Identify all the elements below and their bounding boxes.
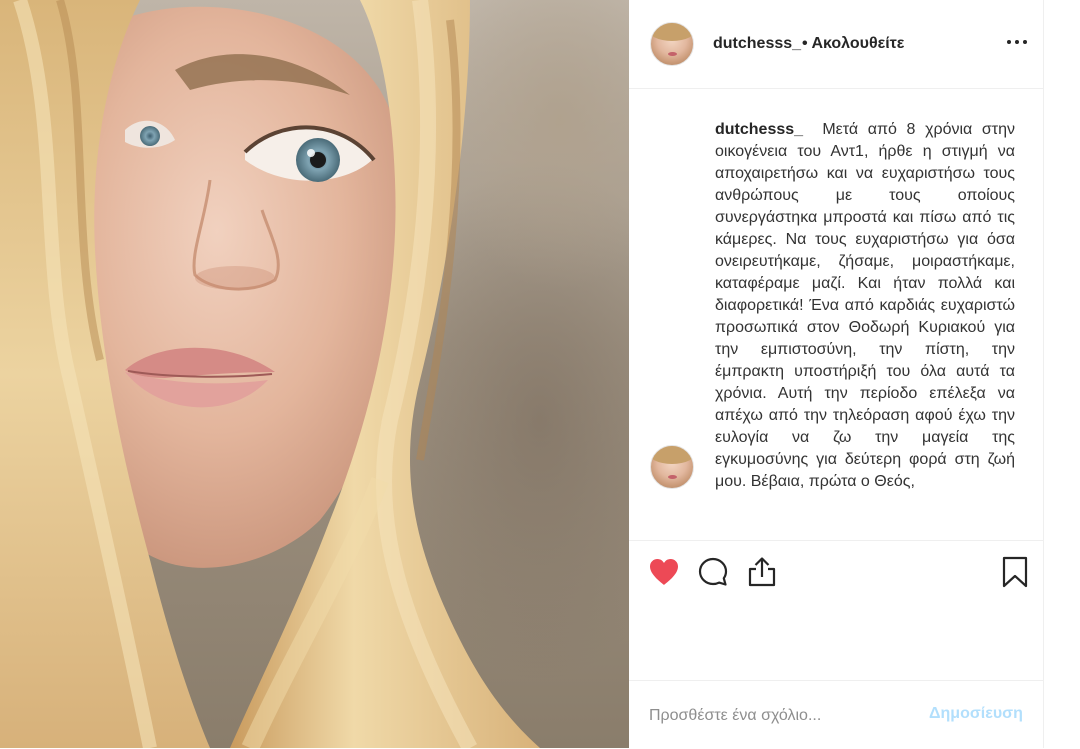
share-icon[interactable] bbox=[746, 556, 778, 588]
caption-author-avatar[interactable] bbox=[650, 445, 694, 489]
add-comment-form: Δημοσίευση bbox=[629, 680, 1043, 749]
follow-status[interactable]: • Ακολουθείτε bbox=[802, 35, 904, 53]
caption-text-block: dutchesss_ Μετά από 8 χρόνια στην οικογέ… bbox=[715, 119, 1015, 493]
post-comment-button[interactable]: Δημοσίευση bbox=[929, 705, 1023, 723]
author-username[interactable]: dutchesss_ bbox=[713, 35, 801, 53]
author-avatar[interactable] bbox=[650, 22, 694, 66]
post-side-panel: dutchesss_ • Ακολουθείτε dutchesss_ Μετά… bbox=[629, 0, 1044, 748]
caption-text: Μετά από 8 χρόνια στην οικογένεια του Αν… bbox=[715, 121, 1016, 490]
caption-section: dutchesss_ Μετά από 8 χρόνια στην οικογέ… bbox=[629, 89, 1043, 540]
post-image[interactable] bbox=[0, 0, 629, 748]
caption-username[interactable]: dutchesss_ bbox=[715, 121, 803, 138]
comment-icon[interactable] bbox=[697, 556, 729, 588]
action-bar bbox=[629, 540, 1043, 681]
comment-input[interactable] bbox=[649, 705, 919, 727]
portrait-illustration bbox=[0, 0, 540, 748]
heart-filled-icon[interactable] bbox=[648, 556, 680, 588]
post-header: dutchesss_ • Ακολουθείτε bbox=[629, 0, 1043, 89]
more-options-icon[interactable] bbox=[1003, 28, 1031, 56]
bookmark-icon[interactable] bbox=[999, 556, 1031, 588]
